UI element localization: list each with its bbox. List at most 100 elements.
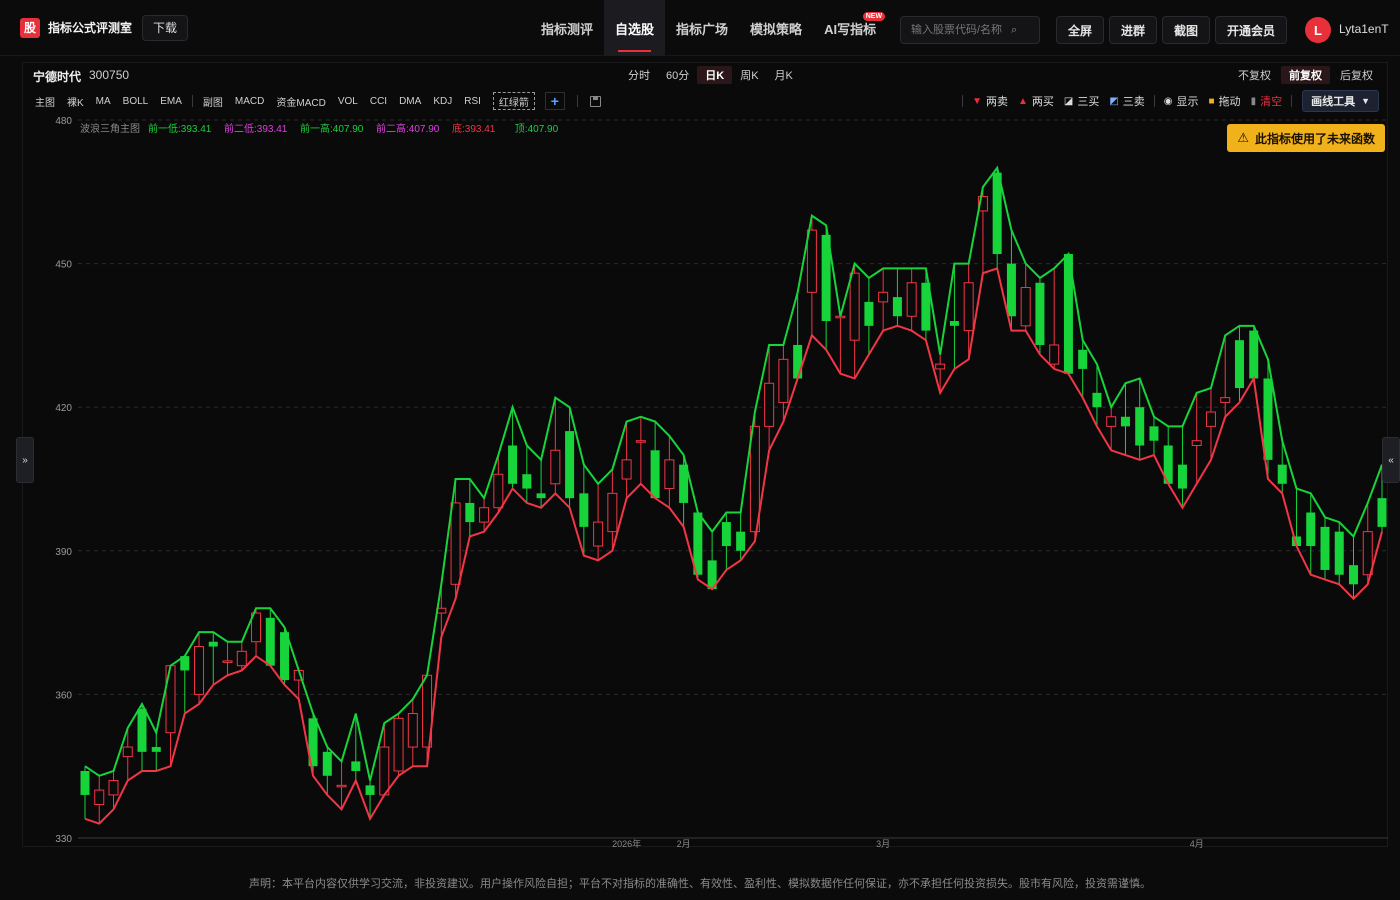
candle-body bbox=[208, 641, 218, 647]
candle-body bbox=[122, 746, 133, 758]
candle-body bbox=[593, 521, 604, 547]
candle-body bbox=[1049, 344, 1060, 365]
candle-body bbox=[536, 493, 546, 499]
app-root: 股 指标公式评测室 下载 指标测评 自选股 指标广场 模拟策略 AI写指标 NE… bbox=[0, 0, 1400, 900]
y-axis-ticks: 330 360 390 420 450 480 bbox=[55, 116, 72, 845]
candle-body bbox=[1006, 263, 1016, 317]
candle-body bbox=[621, 459, 632, 480]
candle-body bbox=[1249, 330, 1259, 379]
candle-body bbox=[565, 431, 575, 499]
candle-body bbox=[1106, 416, 1117, 427]
candle-body bbox=[892, 297, 902, 317]
candle-body bbox=[465, 502, 475, 523]
candle-body bbox=[1277, 464, 1287, 484]
candle-body bbox=[1334, 531, 1344, 575]
candle-body bbox=[1377, 498, 1387, 527]
candle-body bbox=[479, 507, 490, 523]
candle-body bbox=[379, 746, 390, 796]
candle-body bbox=[194, 646, 205, 695]
candle-body bbox=[1020, 287, 1031, 327]
candle-body bbox=[365, 785, 375, 795]
candle-body bbox=[322, 751, 332, 776]
candle-body bbox=[949, 321, 959, 326]
candle-body bbox=[351, 761, 361, 771]
candle-body bbox=[522, 474, 532, 489]
candle-body bbox=[607, 492, 618, 533]
y-tick-label: 420 bbox=[55, 403, 72, 414]
candle-body bbox=[1078, 349, 1088, 369]
y-tick-label: 360 bbox=[55, 690, 72, 701]
candle-body bbox=[1348, 565, 1358, 585]
candle-body bbox=[1306, 512, 1316, 547]
candle-body bbox=[80, 770, 90, 795]
x-tick-label: 2026年 bbox=[612, 838, 641, 849]
candlestick-chart[interactable]: 330 360 390 420 450 480 2026年 2月 3月 4月 波浪三角主图 前一低… bbox=[0, 0, 1400, 900]
candle-body bbox=[963, 282, 974, 332]
candle-body bbox=[1320, 526, 1330, 570]
candle-body bbox=[1191, 440, 1202, 446]
candle-body bbox=[393, 717, 404, 772]
candle-body bbox=[151, 747, 161, 752]
candle-body bbox=[721, 522, 731, 547]
candle-body bbox=[1220, 397, 1231, 403]
candle-body bbox=[849, 272, 860, 341]
candle-body bbox=[1263, 378, 1273, 460]
candle-body bbox=[1177, 464, 1187, 489]
y-tick-label: 450 bbox=[55, 260, 72, 271]
wave-high-line bbox=[84, 165, 1383, 781]
legend-item: 前二低:393.41 bbox=[224, 122, 288, 135]
candle-body bbox=[1092, 392, 1102, 408]
candle-body bbox=[764, 382, 775, 427]
candle-body bbox=[806, 229, 817, 293]
candle-body bbox=[906, 282, 917, 317]
candle-body bbox=[493, 473, 504, 509]
candle-body bbox=[407, 713, 418, 748]
candle-body bbox=[1362, 531, 1373, 576]
legend-item: 前一高:407.90 bbox=[300, 122, 364, 135]
legend-item: 前二高:407.90 bbox=[376, 122, 440, 135]
candle-body bbox=[336, 784, 347, 788]
candle-body bbox=[579, 493, 589, 527]
legend-item: 顶:407.90 bbox=[515, 123, 559, 135]
candle-body bbox=[878, 291, 889, 303]
chart-grid bbox=[78, 119, 1388, 839]
y-tick-label: 390 bbox=[55, 547, 72, 558]
candle-body bbox=[222, 660, 233, 663]
candle-body bbox=[1120, 416, 1130, 427]
candle-body bbox=[1234, 340, 1244, 389]
legend-item: 底:393.41 bbox=[452, 122, 496, 135]
candle-body bbox=[736, 531, 746, 551]
candle-body bbox=[265, 617, 275, 666]
candle-body bbox=[1035, 282, 1045, 345]
candle-body bbox=[1149, 426, 1159, 441]
candle-body bbox=[137, 708, 147, 752]
candle-body bbox=[550, 449, 561, 485]
left-panel-toggle[interactable]: » bbox=[16, 437, 34, 483]
candle-body bbox=[664, 459, 675, 490]
y-tick-label: 480 bbox=[55, 116, 72, 127]
candle-body bbox=[835, 315, 846, 319]
wave-low-line bbox=[84, 267, 1383, 825]
candle-body bbox=[935, 363, 946, 370]
candle-body bbox=[778, 358, 789, 403]
chart-legend: 波浪三角主图 前一低:393.41 前二低:393.41 前一高:407.90 前二高:… bbox=[80, 122, 559, 135]
legend-title: 波浪三角主图 bbox=[80, 122, 140, 135]
candle-body bbox=[450, 502, 461, 585]
candle-body bbox=[793, 344, 803, 379]
candle-body bbox=[508, 445, 518, 484]
candle-body bbox=[236, 650, 247, 667]
x-tick-label: 2月 bbox=[677, 839, 691, 849]
candle-body bbox=[635, 440, 646, 443]
legend-item: 前一低:393.41 bbox=[148, 122, 212, 135]
y-tick-label: 330 bbox=[55, 834, 72, 845]
right-panel-toggle[interactable]: « bbox=[1382, 437, 1400, 483]
candle-body bbox=[1205, 411, 1216, 427]
candle-body bbox=[650, 450, 660, 499]
candle-body bbox=[1135, 407, 1145, 446]
wave-lines-layer bbox=[84, 165, 1383, 825]
x-axis-ticks: 2026年 2月 3月 4月 bbox=[612, 838, 1204, 849]
candle-body bbox=[108, 780, 119, 796]
candle-body bbox=[864, 301, 874, 326]
x-tick-label: 3月 bbox=[876, 839, 890, 849]
candle-body bbox=[94, 789, 105, 805]
